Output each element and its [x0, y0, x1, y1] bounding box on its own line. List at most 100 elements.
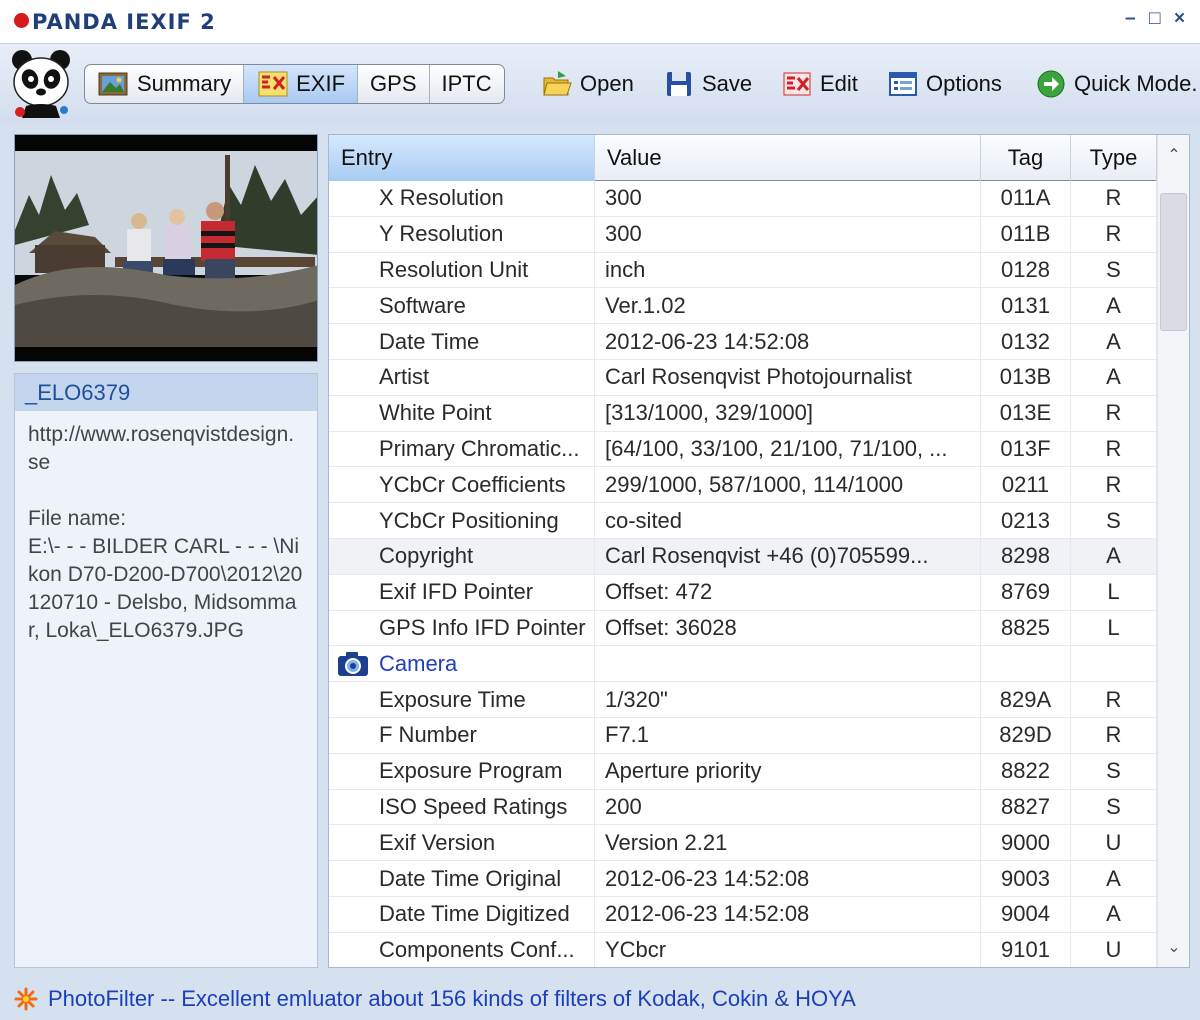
- tag-cell: 0211: [981, 467, 1071, 503]
- vertical-scrollbar[interactable]: ⌃ ⌄: [1157, 135, 1189, 967]
- value-cell: 1/320": [595, 682, 981, 717]
- table-row[interactable]: Date Time Original 2012-06-23 14:52:08 900…: [329, 861, 1157, 897]
- type-cell: A: [1071, 861, 1157, 896]
- tag-cell: 011A: [981, 181, 1071, 216]
- table-row[interactable]: Y Resolution 300 011B R: [329, 216, 1157, 253]
- file-path: E:\- - - BILDER CARL - - - \Nikon D70-D2…: [28, 535, 303, 642]
- photo-preview-image: [15, 135, 317, 361]
- tag-cell: 8825: [981, 610, 1071, 646]
- table-row[interactable]: Copyright Carl Rosenqvist +46 (0)705599..…: [329, 538, 1157, 575]
- scrollbar-thumb[interactable]: [1160, 193, 1187, 331]
- table-row[interactable]: GPS Info IFD Pointer Offset: 36028 8825 L: [329, 610, 1157, 647]
- entry-cell: Date Time: [329, 324, 595, 359]
- exif-icon: [256, 69, 290, 99]
- table-row[interactable]: ISO Speed Ratings 200 8827 S: [329, 789, 1157, 826]
- table-row[interactable]: YCbCr Coefficients 299/1000, 587/1000, 11…: [329, 467, 1157, 504]
- tab-exif[interactable]: EXIF: [244, 65, 359, 103]
- table-section-row[interactable]: Camera: [329, 646, 1157, 683]
- type-cell: R: [1071, 181, 1157, 216]
- type-cell: A: [1071, 359, 1157, 395]
- table-row[interactable]: Exposure Time 1/320" 829A R: [329, 682, 1157, 718]
- type-cell: R: [1071, 682, 1157, 717]
- camera-icon: [337, 651, 369, 677]
- quick-mode-button[interactable]: Quick Mode.: [1036, 64, 1198, 104]
- file-info-body: http://www.rosenqvistdesign.se File name…: [15, 411, 317, 655]
- scroll-up-button[interactable]: ⌃: [1158, 135, 1189, 175]
- edit-button[interactable]: Edit: [782, 64, 858, 104]
- value-cell: [313/1000, 329/1000]: [595, 395, 981, 431]
- table-row[interactable]: YCbCr Positioning co-sited 0213 S: [329, 503, 1157, 539]
- view-tabs: Summary EXIF GPS IPTC: [84, 64, 505, 104]
- type-cell: R: [1071, 216, 1157, 252]
- tag-cell: 0128: [981, 252, 1071, 288]
- type-cell: R: [1071, 467, 1157, 503]
- value-cell: inch: [595, 252, 981, 288]
- tag-cell: 013E: [981, 395, 1071, 431]
- type-cell: A: [1071, 896, 1157, 932]
- value-cell: YCbcr: [595, 932, 981, 967]
- value-cell: F7.1: [595, 717, 981, 753]
- column-header-value[interactable]: Value: [595, 135, 981, 181]
- status-bar: PhotoFilter -- Excellent emluator about …: [0, 978, 1200, 1020]
- tag-cell: 9003: [981, 861, 1071, 896]
- minimize-button[interactable]: –: [1125, 8, 1136, 30]
- column-header-type[interactable]: Type: [1071, 135, 1157, 181]
- scroll-down-button[interactable]: ⌄: [1158, 927, 1189, 967]
- tab-gps[interactable]: GPS: [358, 65, 430, 103]
- table-row[interactable]: Date Time Digitized 2012-06-23 14:52:08 90…: [329, 896, 1157, 933]
- table-row[interactable]: Resolution Unit inch 0128 S: [329, 252, 1157, 289]
- table-row[interactable]: Exif Version Version 2.21 9000 U: [329, 825, 1157, 862]
- column-header-entry[interactable]: Entry: [329, 135, 595, 181]
- tag-cell: 0213: [981, 503, 1071, 538]
- table-row[interactable]: X Resolution 300 011A R: [329, 181, 1157, 217]
- tag-cell: 011B: [981, 216, 1071, 252]
- table-body: X Resolution 300 011A R Y Resolution 300 011B R…: [329, 181, 1157, 967]
- value-cell: 2012-06-23 14:52:08: [595, 861, 981, 896]
- author-url[interactable]: http://www.rosenqvistdesign.se: [28, 421, 304, 477]
- entry-cell: Primary Chromatic...: [329, 431, 595, 467]
- type-cell: L: [1071, 574, 1157, 610]
- close-button[interactable]: ×: [1174, 8, 1185, 30]
- type-cell: L: [1071, 610, 1157, 646]
- save-button[interactable]: Save: [664, 64, 752, 104]
- table-row[interactable]: Software Ver.1.02 0131 A: [329, 288, 1157, 325]
- value-cell: 300: [595, 216, 981, 252]
- maximize-button[interactable]: □: [1149, 8, 1160, 30]
- tab-summary[interactable]: Summary: [85, 65, 245, 103]
- type-cell: R: [1071, 717, 1157, 753]
- entry-cell: YCbCr Coefficients: [329, 467, 595, 503]
- value-cell: Ver.1.02: [595, 288, 981, 324]
- entry-cell: Software: [329, 288, 595, 324]
- toolbar: Summary EXIF GPS IPTC Open Save Edit Opt…: [0, 44, 1200, 124]
- table-row[interactable]: F Number F7.1 829D R: [329, 717, 1157, 754]
- table-row[interactable]: Exposure Program Aperture priority 8822 S: [329, 753, 1157, 790]
- value-cell: 300: [595, 181, 981, 216]
- value-cell: [595, 646, 981, 682]
- tag-cell: 9004: [981, 896, 1071, 932]
- summary-photo-icon: [97, 69, 131, 99]
- file-info-panel: _ELO6379 http://www.rosenqvistdesign.se …: [14, 373, 318, 968]
- table-row[interactable]: Components Conf... YCbcr 9101 U: [329, 932, 1157, 967]
- panda-logo-icon: [12, 50, 70, 118]
- entry-cell: ISO Speed Ratings: [329, 789, 595, 825]
- tag-cell: 0131: [981, 288, 1071, 324]
- table-row[interactable]: Exif IFD Pointer Offset: 472 8769 L: [329, 574, 1157, 611]
- type-cell: R: [1071, 431, 1157, 467]
- options-button[interactable]: Options: [888, 64, 1002, 104]
- title-bar: PANDA IEXIF 2 – □ ×: [0, 0, 1200, 44]
- tag-cell: 9101: [981, 932, 1071, 967]
- table-row[interactable]: Artist Carl Rosenqvist Photojournalist 013…: [329, 359, 1157, 396]
- entry-cell: Exif IFD Pointer: [329, 574, 595, 610]
- type-cell: [1071, 646, 1157, 682]
- column-header-tag[interactable]: Tag: [981, 135, 1071, 181]
- type-cell: U: [1071, 932, 1157, 967]
- tag-cell: 829D: [981, 717, 1071, 753]
- tab-iptc[interactable]: IPTC: [430, 65, 504, 103]
- status-message[interactable]: PhotoFilter -- Excellent emluator about …: [48, 986, 856, 1012]
- file-name-label: File name:: [28, 507, 127, 530]
- table-row[interactable]: Primary Chromatic... [64/100, 33/100, 21/…: [329, 431, 1157, 468]
- tag-cell: 8822: [981, 753, 1071, 789]
- table-row[interactable]: Date Time 2012-06-23 14:52:08 0132 A: [329, 324, 1157, 360]
- open-button[interactable]: Open: [542, 64, 634, 104]
- table-row[interactable]: White Point [313/1000, 329/1000] 013E R: [329, 395, 1157, 432]
